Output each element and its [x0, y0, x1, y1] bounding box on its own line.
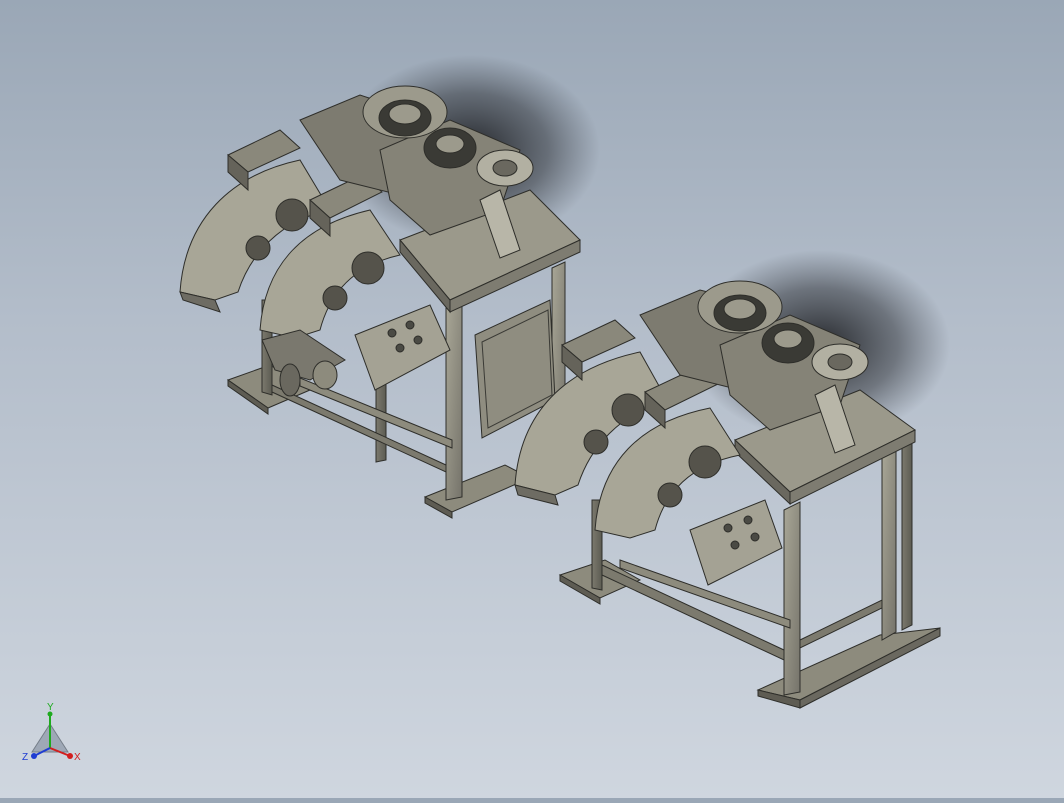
y-axis-label: Y: [47, 702, 54, 713]
cad-viewport[interactable]: Y X Z: [0, 0, 1064, 798]
z-axis-label: Z: [22, 752, 28, 763]
x-axis-label: X: [74, 752, 81, 763]
coordinate-triad: Y X Z: [18, 700, 88, 772]
assembly-model[interactable]: [0, 0, 1064, 798]
